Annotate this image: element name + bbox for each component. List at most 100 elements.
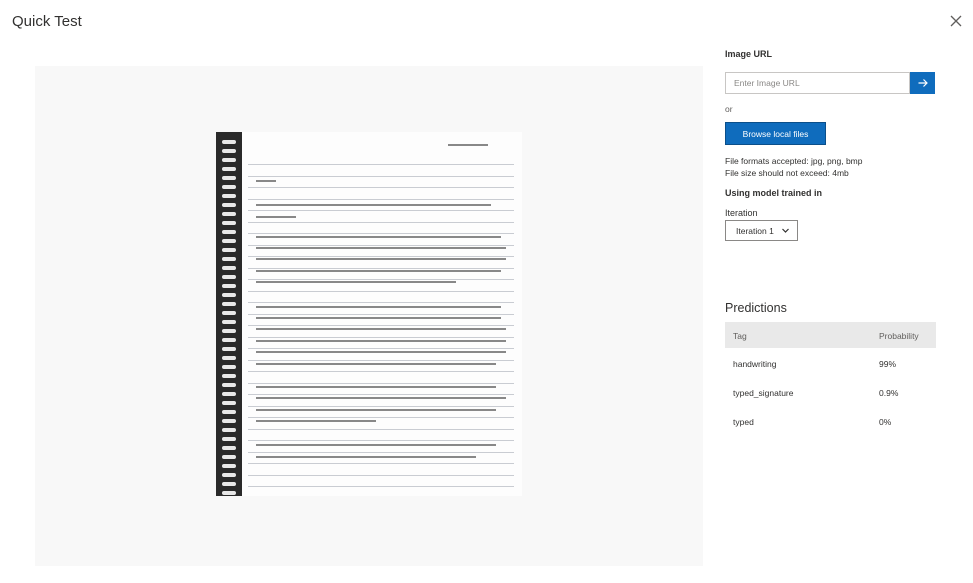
image-url-input[interactable] — [725, 72, 910, 94]
spiral-ring — [222, 428, 236, 432]
ruled-line — [248, 348, 514, 349]
ruled-line — [248, 256, 514, 257]
table-row: typed 0% — [725, 408, 936, 434]
test-image — [216, 132, 522, 496]
ruled-line — [248, 405, 514, 407]
handwritten-text-line — [256, 340, 506, 342]
spiral-ring — [222, 212, 236, 216]
file-size-text: File size should not exceed: 4mb — [725, 168, 849, 178]
spiral-ring — [222, 392, 236, 396]
ruled-line — [248, 440, 514, 441]
handwritten-text-line — [256, 317, 501, 319]
prediction-tag: handwriting — [733, 359, 777, 369]
spiral-ring — [222, 194, 236, 198]
spiral-ring — [222, 482, 236, 486]
spiral-ring — [222, 302, 236, 306]
ruled-line — [248, 394, 514, 395]
handwritten-text-line — [256, 204, 491, 206]
ruled-line — [248, 302, 514, 303]
ruled-line — [248, 474, 514, 476]
handwritten-text-line — [256, 409, 496, 411]
ruled-line — [248, 463, 514, 464]
ruled-line — [248, 290, 514, 292]
handwritten-text-line — [256, 270, 501, 272]
handwritten-text-line — [256, 397, 506, 399]
spiral-ring — [222, 266, 236, 270]
spiral-ring — [222, 239, 236, 243]
spiral-ring — [222, 221, 236, 225]
spiral-ring — [222, 401, 236, 405]
file-formats-text: File formats accepted: jpg, png, bmp — [725, 156, 863, 166]
prediction-tag: typed_signature — [733, 388, 794, 398]
ruled-line — [248, 175, 514, 177]
ruled-line — [248, 417, 514, 418]
spiral-ring — [222, 203, 236, 207]
spiral-ring — [222, 491, 236, 495]
spiral-ring — [222, 455, 236, 459]
spiral-ring — [222, 356, 236, 360]
dialog-title: Quick Test — [12, 13, 82, 30]
spiral-ring — [222, 176, 236, 180]
chevron-down-icon — [782, 228, 789, 233]
predictions-title: Predictions — [725, 301, 787, 315]
spiral-ring — [222, 140, 236, 144]
handwritten-text-line — [256, 351, 506, 353]
browse-local-files-button[interactable]: Browse local files — [725, 122, 826, 145]
iteration-select-value: Iteration 1 — [736, 225, 774, 236]
spiral-ring — [222, 437, 236, 441]
handwritten-text-line — [256, 258, 506, 260]
ruled-line — [248, 221, 514, 223]
ruled-line — [248, 279, 514, 280]
spiral-ring — [222, 329, 236, 333]
handwritten-text-line — [256, 281, 456, 283]
spiral-ring — [222, 275, 236, 279]
handwritten-text-line — [256, 444, 496, 446]
ruled-line — [248, 336, 514, 338]
prediction-probability: 0% — [879, 417, 892, 427]
handwritten-text-line — [256, 386, 496, 388]
handwritten-text-line — [256, 306, 501, 308]
ruled-line — [248, 313, 514, 315]
handwritten-text-line — [256, 363, 496, 365]
iteration-label: Iteration — [725, 208, 758, 218]
model-label: Using model trained in — [725, 188, 823, 198]
spiral-ring — [222, 374, 236, 378]
ruled-line — [248, 325, 514, 326]
prediction-tag: typed — [733, 417, 754, 427]
handwritten-text-line — [256, 236, 501, 238]
spiral-ring — [222, 284, 236, 288]
spiral-ring — [222, 149, 236, 153]
spiral-ring — [222, 257, 236, 261]
tag-column-header: Tag — [733, 331, 747, 341]
submit-url-button[interactable] — [910, 72, 935, 94]
handwritten-text-line — [256, 180, 276, 182]
ruled-line — [248, 451, 514, 453]
probability-column-header: Probability — [879, 331, 919, 341]
ruled-line — [248, 428, 514, 430]
notebook-spiral — [216, 132, 242, 496]
spiral-ring — [222, 347, 236, 351]
ruled-line — [248, 210, 514, 211]
image-preview-area — [35, 66, 703, 566]
spiral-ring — [222, 383, 236, 387]
spiral-ring — [222, 230, 236, 234]
handwritten-text-line — [256, 328, 506, 330]
ruled-line — [248, 371, 514, 372]
ruled-line — [248, 382, 514, 384]
prediction-probability: 99% — [879, 359, 897, 369]
spiral-ring — [222, 248, 236, 252]
spiral-ring — [222, 311, 236, 315]
ruled-line — [248, 359, 514, 361]
ruled-line — [248, 244, 514, 246]
spiral-ring — [222, 473, 236, 477]
handwritten-text-line — [256, 216, 296, 218]
close-button[interactable] — [947, 12, 965, 30]
spiral-ring — [222, 293, 236, 297]
spiral-ring — [222, 185, 236, 189]
iteration-select[interactable]: Iteration 1 — [725, 220, 798, 241]
ruled-line — [248, 164, 514, 165]
ruled-line — [248, 187, 514, 188]
handwritten-text-line — [256, 247, 506, 249]
spiral-ring — [222, 446, 236, 450]
prediction-probability: 0.9% — [879, 388, 899, 398]
